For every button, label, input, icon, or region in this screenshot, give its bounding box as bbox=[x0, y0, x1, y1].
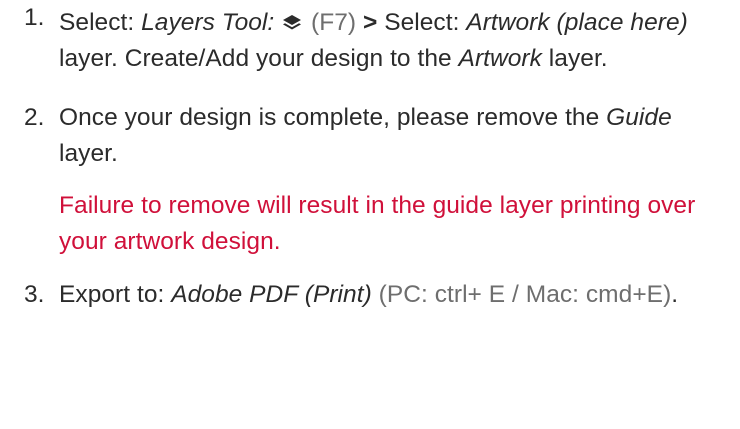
layers-tool-name: Layers Tool: bbox=[141, 9, 275, 36]
warning-text: Failure to remove will result in the gui… bbox=[59, 192, 696, 255]
step-2: 2. Once your design is complete, please … bbox=[0, 100, 740, 171]
export-label: Export to: bbox=[59, 281, 165, 308]
step-2-end: layer. bbox=[59, 139, 118, 167]
step-1-end: layer. bbox=[548, 44, 608, 72]
artwork-layer-name: Artwork (place here) bbox=[466, 9, 688, 36]
step-1: 1. Select: Layers Tool: (F7) > Select: A… bbox=[0, 0, 740, 76]
instructions-page: 1. Select: Layers Tool: (F7) > Select: A… bbox=[0, 0, 740, 429]
guide-layer-name: Guide bbox=[606, 104, 672, 131]
step-1-text: layer. Create/Add your design to the bbox=[59, 44, 452, 72]
step-3: 3. Export to: Adobe PDF (Print) (PC: ctr… bbox=[0, 277, 740, 313]
step-number: 1. bbox=[24, 4, 45, 31]
layers-icon bbox=[283, 15, 302, 30]
step-3-end: . bbox=[671, 281, 679, 308]
arrow-separator: > bbox=[362, 9, 378, 36]
artwork-name: Artwork bbox=[458, 44, 542, 72]
step-number: 2. bbox=[24, 104, 45, 131]
select-label-2: Select: bbox=[384, 9, 460, 36]
export-target: Adobe PDF (Print) bbox=[171, 281, 372, 308]
step-number: 3. bbox=[24, 281, 45, 308]
select-label: Select: bbox=[59, 9, 135, 36]
layers-shortcut: (F7) bbox=[311, 9, 357, 36]
step-2-text: Once your design is complete, please rem… bbox=[59, 104, 600, 131]
export-shortcuts: (PC: ctrl+ E / Mac: cmd+E) bbox=[378, 281, 672, 308]
steps-list: 1. Select: Layers Tool: (F7) > Select: A… bbox=[0, 0, 740, 313]
guide-warning: Failure to remove will result in the gui… bbox=[0, 188, 740, 259]
